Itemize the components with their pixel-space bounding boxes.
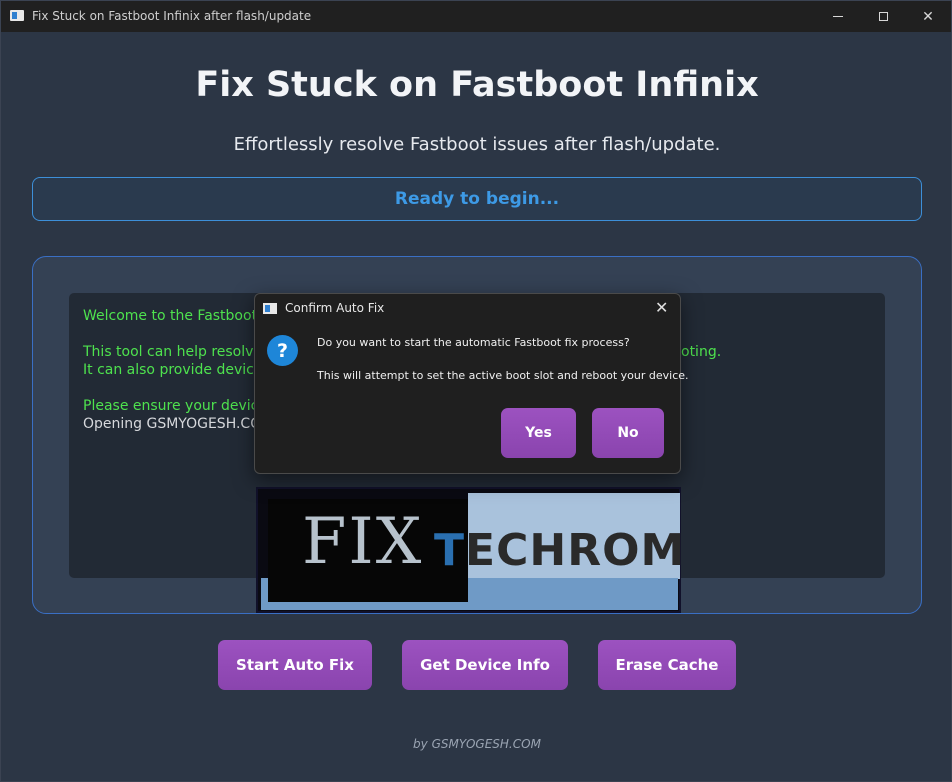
close-window-button[interactable]: ✕ [905,1,951,32]
status-banner: Ready to begin... [32,177,922,221]
log-line: Welcome to the Fastboot [83,308,258,324]
log-line: Opening GSMYOGESH.COM [83,416,274,432]
log-line: Please ensure your device [83,398,267,414]
log-line: This tool can help resolve [83,344,263,360]
app-window: Fix Stuck on Fastboot Infinix after flas… [0,0,952,782]
no-button[interactable]: No [592,408,664,458]
dialog-message: Do you want to start the automatic Fastb… [317,336,630,349]
yes-button[interactable]: Yes [501,408,576,458]
status-text: Ready to begin... [394,189,560,209]
maximize-icon [878,12,888,21]
dialog-title: Confirm Auto Fix [285,301,385,315]
window-title: Fix Stuck on Fastboot Infinix after flas… [32,9,312,23]
start-auto-fix-button[interactable]: Start Auto Fix [218,640,372,690]
maximize-button[interactable] [860,1,906,32]
confirm-dialog: Confirm Auto Fix ✕ ? Do you want to star… [254,293,689,474]
page-subtitle: Effortlessly resolve Fastboot issues aft… [233,134,721,155]
logo-fix-text: FIX [302,505,424,579]
log-line-fragment: oting. [681,344,722,360]
erase-cache-button[interactable]: Erase Cache [598,640,736,690]
minimize-icon [833,16,843,17]
title-bar[interactable]: Fix Stuck on Fastboot Infinix after flas… [1,1,951,32]
logo-techrom-text: TECHROM [434,525,686,576]
dialog-close-button[interactable]: ✕ [655,298,668,317]
dialog-detail: This will attempt to set the active boot… [317,369,689,382]
fix-techrom-logo: FIX TECHROM [256,487,684,613]
minimize-button[interactable] [815,1,861,32]
app-icon [10,10,24,21]
question-icon: ? [267,335,298,366]
log-line: It can also provide device [83,362,263,378]
page-title: Fix Stuck on Fastboot Infinix [195,65,759,105]
dialog-app-icon [263,303,277,314]
close-icon: ✕ [922,8,934,25]
footer-credit: by GSMYOGESH.COM [413,737,541,751]
get-device-info-button[interactable]: Get Device Info [402,640,568,690]
